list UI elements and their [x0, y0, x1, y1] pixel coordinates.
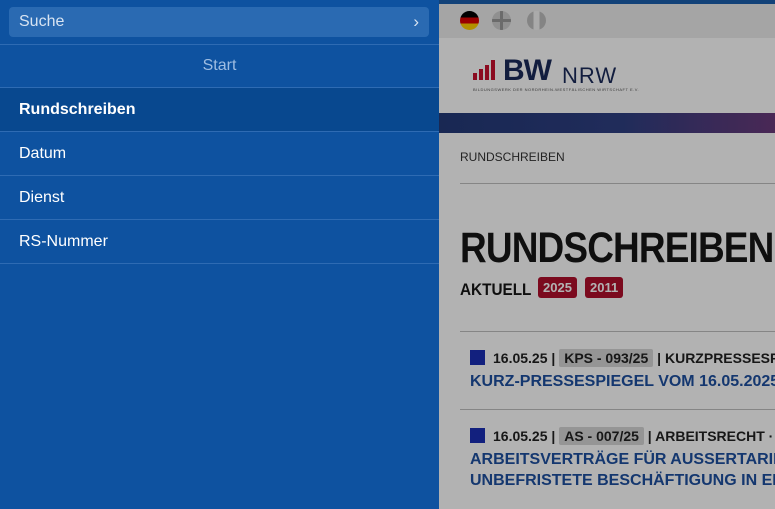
- sidebar-item-datum[interactable]: Datum: [0, 132, 439, 176]
- chevron-right-icon: ›: [413, 12, 419, 31]
- sidebar-item-dienst[interactable]: Dienst: [0, 176, 439, 220]
- sidebar-item-rs-nummer[interactable]: RS-Nummer: [0, 220, 439, 264]
- sidebar-menu: Suche › Start Rundschreiben Datum Dienst…: [0, 0, 439, 509]
- divider: [0, 263, 439, 264]
- search-label: Suche: [19, 13, 65, 30]
- sidebar-item-start[interactable]: Start: [0, 45, 439, 87]
- sidebar-item-label: Rundschreiben: [19, 101, 136, 118]
- sidebar-item-rundschreiben[interactable]: Rundschreiben: [0, 88, 439, 132]
- sidebar-item-label: Datum: [19, 145, 67, 162]
- search-button[interactable]: Suche ›: [9, 7, 429, 37]
- sidebar-item-label: Dienst: [19, 189, 65, 206]
- sidebar-item-label: RS-Nummer: [19, 233, 108, 250]
